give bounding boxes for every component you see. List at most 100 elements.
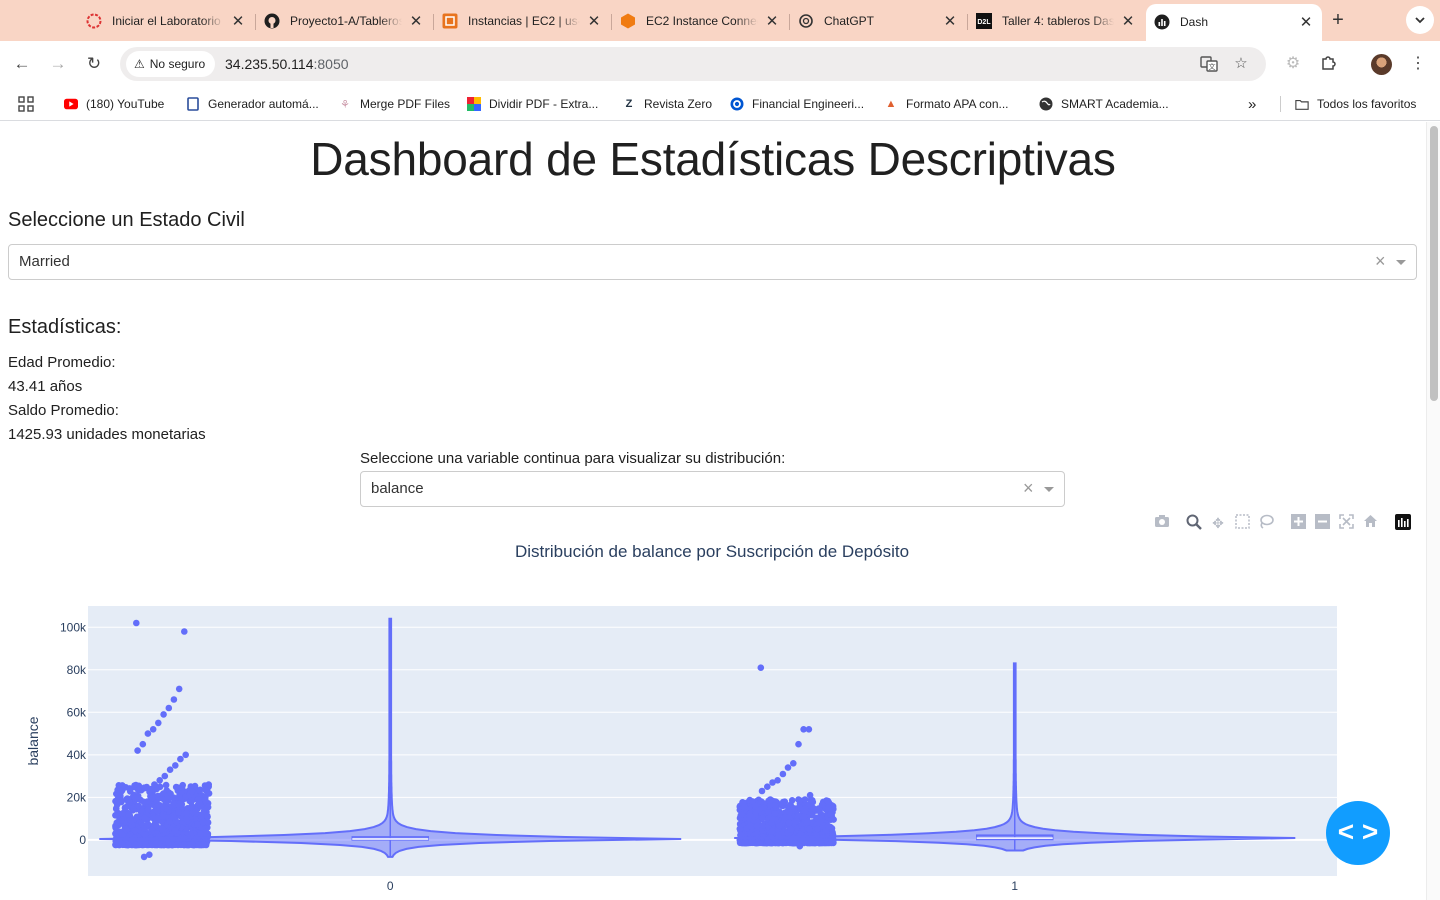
violin-chart[interactable]: Distribución de balance por Suscripción … bbox=[0, 522, 1426, 900]
outlier-point bbox=[796, 842, 804, 850]
close-icon[interactable]: ✕ bbox=[764, 12, 780, 30]
data-point bbox=[118, 831, 126, 838]
data-point bbox=[182, 809, 190, 817]
bookmark-dividir-pdf[interactable]: Dividir PDF - Extra... bbox=[467, 95, 598, 113]
bookmark-youtube[interactable]: (180) YouTube bbox=[64, 95, 164, 113]
tab-search-button[interactable] bbox=[1406, 6, 1434, 34]
outlier-point bbox=[160, 711, 167, 718]
tab-ec2-connect[interactable]: EC2 Instance Connect ✕ bbox=[612, 6, 788, 36]
variable-dropdown[interactable]: balance × bbox=[360, 471, 1065, 507]
bookmark-label: Generador automá... bbox=[208, 97, 319, 111]
tab-github[interactable]: Proyecto1-A/Tableros ✕ bbox=[256, 6, 432, 36]
tab-taller[interactable]: D2L Taller 4: tableros Dash ✕ bbox=[968, 6, 1144, 36]
data-point bbox=[771, 802, 779, 809]
all-bookmarks[interactable]: Todos los favoritos bbox=[1295, 95, 1416, 113]
tab-lab[interactable]: Iniciar el Laboratorio ✕ bbox=[78, 6, 254, 36]
data-point bbox=[752, 802, 759, 810]
x-axis-ticks: 01 bbox=[387, 879, 1019, 893]
data-point bbox=[160, 803, 167, 810]
profile-avatar[interactable] bbox=[1371, 54, 1392, 75]
data-point bbox=[779, 801, 787, 808]
bookmark-label: Financial Engineeri... bbox=[752, 97, 865, 111]
more-bookmarks-icon[interactable]: » bbox=[1248, 95, 1256, 113]
d2l-icon: D2L bbox=[976, 13, 992, 29]
tab-ec2[interactable]: Instancias | EC2 | us-east-1 ✕ bbox=[434, 6, 610, 36]
stats-heading: Estadísticas: bbox=[8, 316, 122, 338]
close-icon[interactable]: ✕ bbox=[408, 12, 424, 30]
coursera-icon bbox=[730, 97, 744, 111]
url-text[interactable]: 34.235.50.114:8050 bbox=[225, 56, 349, 72]
tab-strip: Iniciar el Laboratorio ✕ Proyecto1-A/Tab… bbox=[0, 0, 1440, 41]
outlier-point bbox=[784, 764, 792, 771]
bookmark-revista-zero[interactable]: Z Revista Zero bbox=[622, 95, 712, 113]
security-chip[interactable]: ⚠ No seguro bbox=[126, 51, 216, 77]
bookmark-label: Todos los favoritos bbox=[1317, 97, 1417, 111]
data-point bbox=[176, 794, 183, 801]
chevron-down-icon[interactable] bbox=[1396, 260, 1406, 265]
chevron-down-icon[interactable] bbox=[1044, 487, 1054, 492]
tab-title: Iniciar el Laboratorio bbox=[112, 14, 221, 28]
tab-dash[interactable]: Dash ✕ bbox=[1146, 4, 1322, 41]
outlier-point bbox=[800, 726, 807, 733]
data-point bbox=[140, 798, 148, 806]
bookmark-financial[interactable]: Financial Engineeri... bbox=[730, 95, 864, 113]
bookmark-label: SMART Academia... bbox=[1061, 97, 1169, 111]
data-point bbox=[141, 831, 149, 838]
translate-icon[interactable]: 文 bbox=[1200, 55, 1218, 73]
dash-debug-button[interactable]: < > bbox=[1326, 801, 1390, 865]
data-point bbox=[795, 796, 802, 803]
tab-chatgpt[interactable]: ChatGPT ✕ bbox=[790, 6, 966, 36]
extensions-puzzle-icon[interactable] bbox=[1318, 53, 1340, 75]
page-scrollbar[interactable] bbox=[1426, 122, 1440, 900]
bookmark-merge-pdf[interactable]: ⚘ Merge PDF Files bbox=[338, 95, 450, 113]
scrollbar-thumb[interactable] bbox=[1430, 126, 1438, 401]
outlier-point bbox=[165, 704, 173, 712]
data-point bbox=[199, 818, 207, 826]
folder-icon bbox=[1295, 97, 1309, 111]
youtube-icon bbox=[64, 97, 78, 111]
outlier-point bbox=[758, 787, 766, 795]
civil-status-dropdown[interactable]: Married × bbox=[8, 244, 1417, 280]
outlier-point bbox=[140, 853, 148, 861]
data-point bbox=[204, 812, 211, 820]
clear-icon[interactable]: × bbox=[1375, 251, 1386, 272]
balance-label: Saldo Promedio: bbox=[8, 402, 119, 419]
new-tab-button[interactable]: + bbox=[1326, 8, 1350, 32]
outlier-point bbox=[172, 762, 179, 769]
outlier-point bbox=[133, 619, 140, 627]
extension-icon[interactable]: ⚙ bbox=[1282, 53, 1304, 75]
reload-button[interactable]: ↻ bbox=[82, 52, 106, 76]
address-bar[interactable]: ⚠ No seguro 34.235.50.114:8050 文 ☆ bbox=[120, 47, 1266, 81]
data-point bbox=[736, 825, 744, 833]
age-label: Edad Promedio: bbox=[8, 354, 116, 371]
clear-icon[interactable]: × bbox=[1023, 478, 1034, 499]
bookmark-smart[interactable]: SMART Academia... bbox=[1039, 95, 1169, 113]
data-point bbox=[135, 802, 142, 810]
more-menu-icon[interactable]: ⋮ bbox=[1407, 53, 1429, 75]
bookmark-apa[interactable]: ▲ Formato APA con... bbox=[884, 95, 1009, 113]
chatgpt-icon bbox=[798, 13, 814, 29]
bookmark-star-icon[interactable]: ☆ bbox=[1232, 55, 1250, 73]
outlier-point bbox=[166, 766, 174, 773]
data-point bbox=[740, 803, 748, 811]
close-icon[interactable]: ✕ bbox=[586, 12, 602, 30]
data-point bbox=[177, 801, 184, 808]
dropdown-value: balance bbox=[371, 480, 424, 497]
bookmark-generador[interactable]: Generador automá... bbox=[186, 95, 319, 113]
data-point bbox=[183, 815, 190, 823]
forward-button[interactable]: → bbox=[46, 52, 70, 76]
close-icon[interactable]: ✕ bbox=[1298, 13, 1314, 31]
url-port: :8050 bbox=[313, 56, 349, 72]
close-icon[interactable]: ✕ bbox=[1120, 12, 1136, 30]
apps-icon[interactable] bbox=[18, 95, 34, 113]
outlier-point bbox=[149, 726, 157, 733]
close-icon[interactable]: ✕ bbox=[942, 12, 958, 30]
x-tick-label: 1 bbox=[1011, 879, 1018, 893]
dash-icon bbox=[1154, 14, 1170, 30]
close-icon[interactable]: ✕ bbox=[230, 12, 246, 30]
y-tick-label: 40k bbox=[67, 748, 87, 762]
data-point bbox=[785, 819, 793, 827]
outlier-point bbox=[177, 755, 184, 763]
apa-icon: ▲ bbox=[885, 98, 897, 110]
back-button[interactable]: ← bbox=[10, 52, 34, 76]
